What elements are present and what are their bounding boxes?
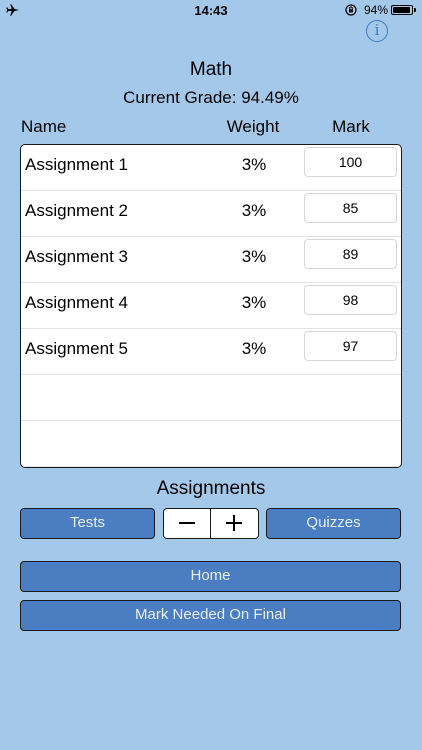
mark-field[interactable]: 98 [304, 285, 397, 315]
stepper-minus-button[interactable] [164, 509, 211, 538]
battery-level [393, 7, 410, 13]
tests-button[interactable]: Tests [20, 508, 155, 539]
mark-field[interactable]: 85 [304, 193, 397, 223]
orientation-lock-icon [345, 4, 357, 16]
status-time: 14:43 [194, 3, 228, 18]
table-row[interactable]: Assignment 2 3% 85 [21, 191, 401, 237]
mark-field[interactable]: 97 [304, 331, 397, 361]
empty-row [21, 421, 401, 467]
row-name: Assignment 3 [25, 247, 128, 266]
battery-icon [391, 5, 413, 15]
course-title: Math [189, 59, 233, 80]
grade-screen: 14:43 94% i Math Current Grade: 94.49% N… [0, 0, 422, 750]
table-row[interactable]: Assignment 1 3% 100 [21, 145, 401, 191]
mark-field[interactable]: 89 [304, 239, 397, 269]
category-label: Assignments [156, 478, 266, 499]
table-row[interactable]: Assignment 3 3% 89 [21, 237, 401, 283]
battery-cap [414, 8, 416, 12]
quizzes-button[interactable]: Quizzes [266, 508, 401, 539]
row-name: Assignment 5 [25, 339, 128, 358]
status-bar: 14:43 94% [0, 0, 422, 22]
minus-icon [179, 522, 195, 524]
row-weight: 3% [241, 339, 267, 358]
column-header-weight: Weight [226, 117, 280, 136]
mark-needed-on-final-button[interactable]: Mark Needed On Final [20, 600, 401, 631]
row-name: Assignment 4 [25, 293, 128, 312]
home-button[interactable]: Home [20, 561, 401, 592]
row-weight: 3% [241, 293, 267, 312]
current-grade: Current Grade: 94.49% [123, 88, 299, 107]
column-header-name: Name [21, 117, 67, 136]
row-weight: 3% [241, 155, 267, 174]
weight-stepper[interactable] [163, 508, 259, 539]
info-icon[interactable]: i [366, 20, 388, 42]
mark-field[interactable]: 100 [304, 147, 397, 177]
row-weight: 3% [241, 201, 267, 220]
row-name: Assignment 1 [25, 155, 128, 174]
column-header-mark: Mark [332, 117, 370, 136]
stepper-plus-button[interactable] [211, 509, 258, 538]
row-name: Assignment 2 [25, 201, 128, 220]
empty-row [21, 375, 401, 421]
row-weight: 3% [241, 247, 267, 266]
battery-percent: 94% [364, 3, 389, 17]
table-row[interactable]: Assignment 4 3% 98 [21, 283, 401, 329]
table-row[interactable]: Assignment 5 3% 97 [21, 329, 401, 375]
assignments-table[interactable]: Assignment 1 3% 100 Assignment 2 3% 85 A… [20, 144, 402, 468]
